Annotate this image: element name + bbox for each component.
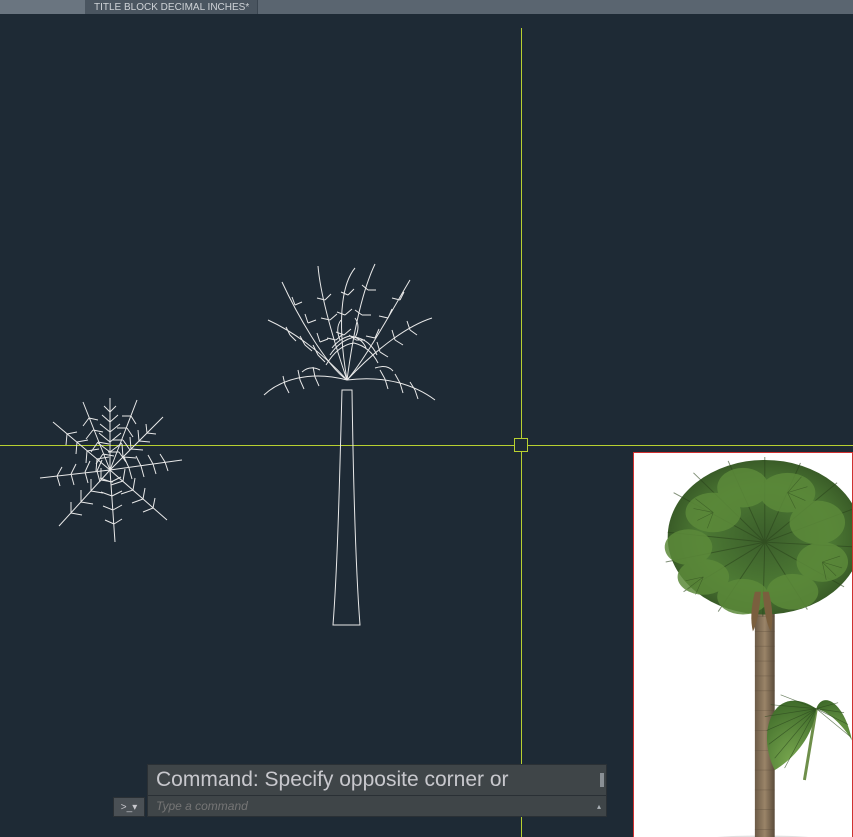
command-prompt-icon: >_ xyxy=(121,802,132,813)
command-input[interactable] xyxy=(148,796,592,816)
command-history-line[interactable]: Command: Specify opposite corner or xyxy=(147,764,607,795)
dropdown-icon: ▾ xyxy=(132,802,137,813)
palm-photo-image[interactable] xyxy=(633,452,853,837)
drawing-canvas[interactable] xyxy=(0,14,853,837)
palm-elevation-symbol[interactable] xyxy=(260,260,440,630)
tab-bar-remainder xyxy=(258,0,853,14)
document-tab-active[interactable]: TITLE BLOCK DECIMAL INCHES* xyxy=(86,0,258,14)
tab-label: TITLE BLOCK DECIMAL INCHES* xyxy=(94,2,249,13)
tab-spacer xyxy=(0,0,86,14)
command-history-text: Command: Specify opposite corner or xyxy=(156,768,509,791)
command-input-row: ▴ xyxy=(147,795,607,817)
command-expand-icon[interactable]: ▴ xyxy=(592,802,606,811)
command-line-panel: Command: Specify opposite corner or ▴ xyxy=(147,764,607,817)
command-line-handle[interactable]: >_▾ xyxy=(113,797,145,817)
crosshair-vertical xyxy=(521,28,522,837)
palm-plan-symbol[interactable] xyxy=(35,392,185,547)
command-scroll-indicator[interactable] xyxy=(600,773,604,787)
crosshair-pickbox xyxy=(514,438,528,452)
document-tab-bar: TITLE BLOCK DECIMAL INCHES* xyxy=(0,0,853,14)
